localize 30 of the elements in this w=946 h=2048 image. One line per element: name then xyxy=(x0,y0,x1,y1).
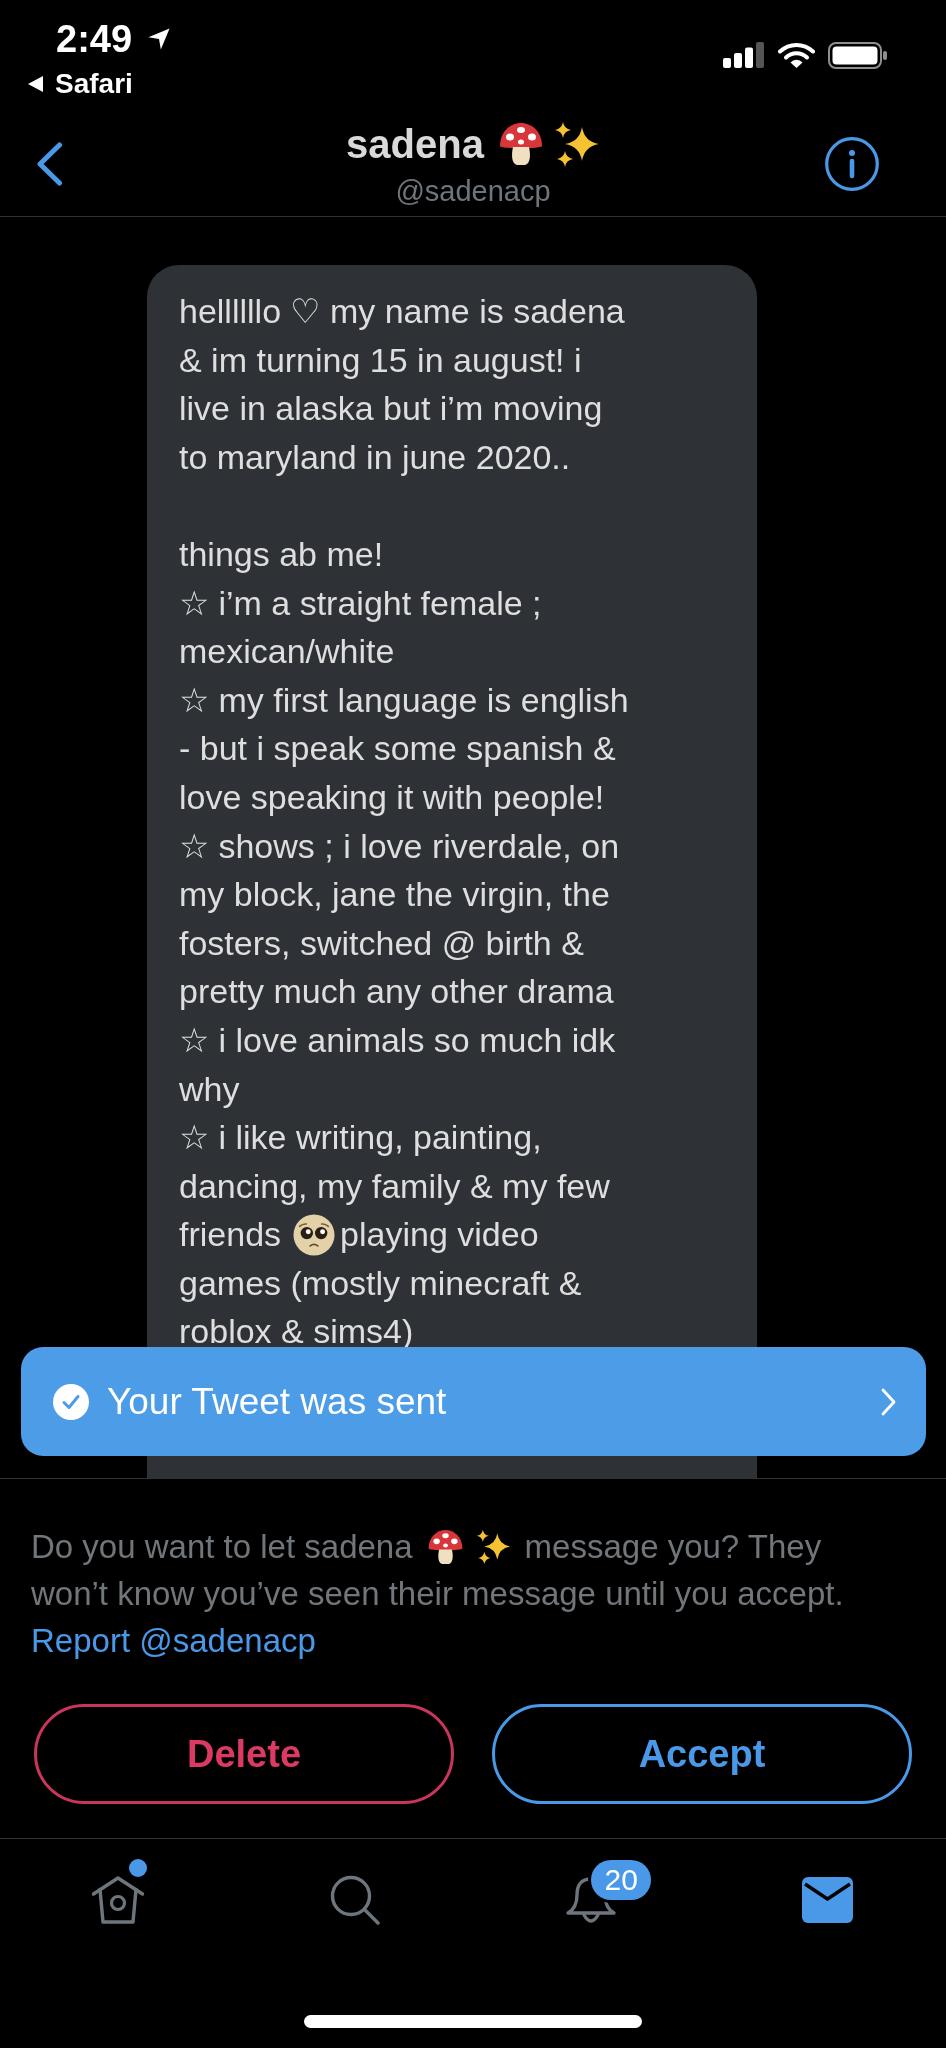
request-prompt-text: message you? They xyxy=(524,1527,822,1567)
back-icon[interactable] xyxy=(35,142,63,186)
message-text: playing video xyxy=(340,1214,539,1256)
report-link[interactable]: Report @sadenacp xyxy=(31,1617,316,1664)
signal-icon xyxy=(723,42,765,68)
mushroom-icon xyxy=(497,122,544,166)
birdhouse-home-icon[interactable] xyxy=(91,1875,146,1925)
status-time: 2:49 xyxy=(56,18,133,60)
notification-badge: 20 xyxy=(591,1860,652,1900)
display-name: sadena xyxy=(346,121,484,167)
pleading-face-icon xyxy=(293,1213,336,1256)
search-icon[interactable] xyxy=(329,1875,380,1925)
accept-button[interactable]: Accept xyxy=(492,1704,912,1804)
check-circle-icon xyxy=(53,1383,89,1420)
envelope-icon[interactable] xyxy=(802,1877,854,1923)
request-prompt-text: Do you want to let sadena xyxy=(31,1527,413,1567)
info-icon[interactable] xyxy=(825,137,879,191)
back-triangle-icon xyxy=(28,76,43,92)
battery-icon xyxy=(828,41,887,69)
sparkles-icon xyxy=(475,1528,511,1565)
username-handle: @sadenacp xyxy=(395,174,551,209)
back-to-app-link[interactable]: Safari xyxy=(28,67,133,101)
toast-message: Your Tweet was sent xyxy=(107,1379,447,1424)
request-prompt-text: won’t know you’ve seen their message until you accept. xyxy=(31,1574,844,1614)
chevron-right-icon xyxy=(881,1387,896,1416)
delete-button[interactable]: Delete xyxy=(34,1704,454,1804)
wifi-icon xyxy=(778,41,815,69)
location-arrow-icon xyxy=(148,28,171,50)
mushroom-icon xyxy=(426,1528,464,1565)
message-text: friends xyxy=(179,1214,282,1256)
